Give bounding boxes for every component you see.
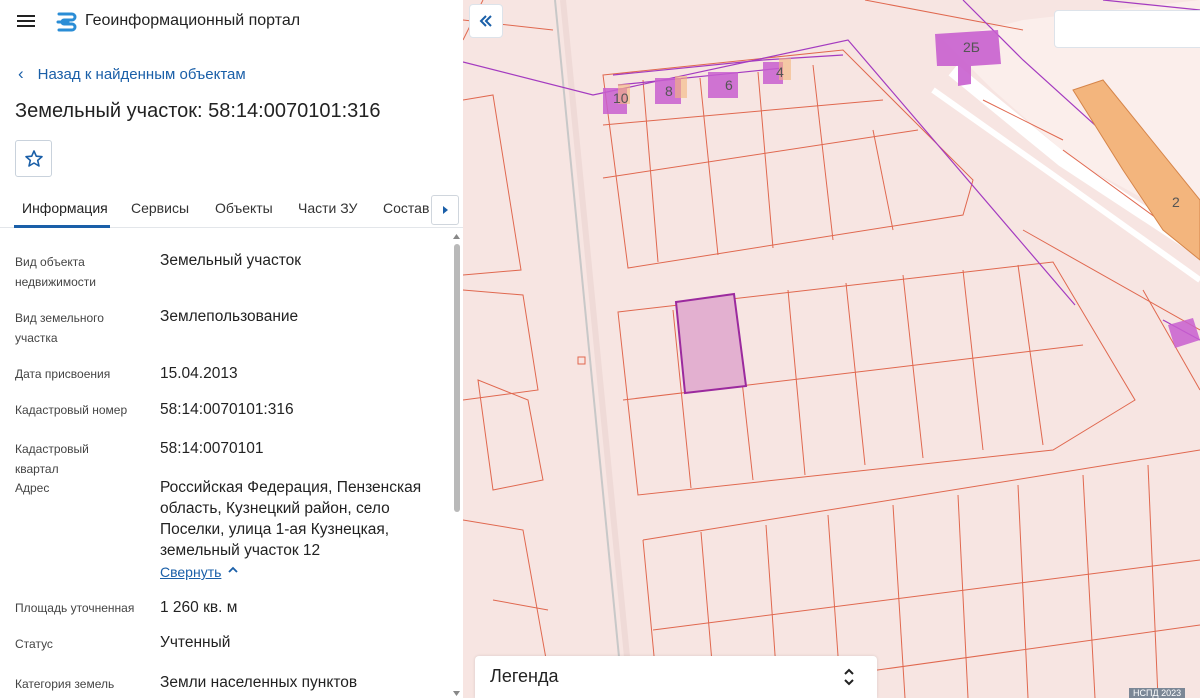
prop-value-parcel-type: Землепользование — [160, 308, 299, 325]
prop-label-parcel-type: Вид земельного участка — [15, 311, 104, 345]
prop-value-cadastral-quarter: 58:14:0070101 — [160, 440, 264, 457]
star-icon — [24, 149, 43, 167]
tab-parts[interactable]: Части ЗУ — [298, 200, 357, 216]
prop-value-assign-date: 15.04.2013 — [160, 365, 238, 382]
panel-scrollbar[interactable] — [452, 232, 461, 698]
collapse-address-link[interactable]: Свернуть — [160, 564, 221, 580]
selected-parcel[interactable] — [674, 292, 748, 395]
info-panel: Геоинформационный портал ‹ Назад к найде… — [0, 0, 463, 698]
expand-collapse-arrows-icon — [844, 668, 854, 686]
chevron-up-icon[interactable] — [226, 563, 240, 577]
tab-composition[interactable]: Состав — [383, 200, 429, 216]
back-to-results-link[interactable]: ‹ Назад к найденным объектам — [16, 64, 246, 84]
tab-objects[interactable]: Объекты — [215, 200, 273, 216]
object-title: Земельный участок: 58:14:0070101:316 — [15, 100, 381, 122]
hamburger-menu-icon[interactable] — [14, 12, 38, 32]
legend-label: Легенда — [490, 666, 559, 686]
legend-dropdown[interactable]: Легенда — [475, 656, 877, 698]
tab-services[interactable]: Сервисы — [131, 200, 189, 216]
tab-bar: Информация Сервисы Объекты Части ЗУ Сост… — [0, 190, 463, 228]
favorite-button[interactable] — [15, 140, 52, 177]
top-bar: Геоинформационный портал — [0, 0, 463, 44]
back-link-label: Назад к найденным объектам — [37, 65, 246, 83]
collapse-panel-button[interactable] — [469, 4, 503, 38]
tabs-scroll-right-button[interactable] — [431, 195, 459, 225]
chevron-left-icon: ‹ — [18, 64, 24, 83]
building-label-10: 10 — [613, 90, 629, 106]
prop-value-object-type: Земельный участок — [160, 252, 302, 269]
portal-title: Геоинформационный портал — [85, 12, 301, 29]
map-search-input[interactable] — [1054, 10, 1200, 48]
map-view[interactable]: 10 8 6 4 2Б 2 Легенда НСПД 2023 — [463, 0, 1200, 698]
portal-logo-icon — [56, 12, 77, 32]
triangle-right-icon — [443, 206, 448, 214]
scroll-down-arrow-icon[interactable] — [452, 689, 461, 698]
cadastral-map[interactable]: 10 8 6 4 2Б 2 — [463, 0, 1200, 698]
prop-label-area: Площадь уточненная — [15, 601, 135, 615]
building-label-6: 6 — [725, 77, 733, 93]
tab-information[interactable]: Информация — [22, 200, 108, 216]
prop-label-cadastral-number: Кадастровый номер — [15, 403, 128, 417]
active-tab-indicator — [14, 225, 110, 228]
prop-label-assign-date: Дата присвоения — [15, 367, 111, 381]
prop-value-cadastral-number: 58:14:0070101:316 — [160, 401, 294, 418]
prop-value-area: 1 260 кв. м — [160, 599, 238, 616]
prop-label-address: Адрес — [15, 481, 50, 495]
double-chevron-left-icon — [479, 15, 492, 27]
building-label-2b: 2Б — [963, 39, 980, 55]
prop-label-land-category: Категория земель — [15, 677, 115, 691]
prop-value-land-category: Земли населенных пунктов — [160, 674, 358, 691]
building-label-8: 8 — [665, 83, 673, 99]
prop-label-status: Статус — [15, 637, 53, 651]
scrollbar-thumb[interactable] — [454, 244, 460, 512]
prop-value-status: Учтенный — [160, 634, 231, 651]
prop-label-object-type: Вид объекта недвижимости — [15, 255, 96, 289]
map-attribution: НСПД 2023 — [1129, 688, 1186, 698]
prop-value-address: Российская Федерация, Пензенская область… — [160, 479, 422, 559]
scroll-up-arrow-icon[interactable] — [452, 232, 461, 241]
building-label-4: 4 — [776, 64, 784, 80]
building-label-2: 2 — [1172, 194, 1180, 210]
building-6[interactable] — [708, 72, 738, 98]
prop-label-cadastral-quarter: Кадастровый квартал — [15, 442, 89, 476]
